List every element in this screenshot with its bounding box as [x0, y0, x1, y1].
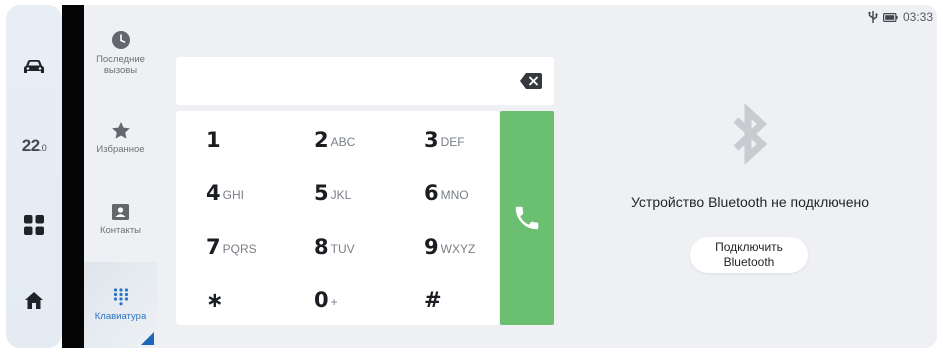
clock: 03:33	[902, 10, 933, 24]
key-2[interactable]: 2 ABC	[314, 114, 422, 166]
status-bar: 03:33	[868, 10, 933, 24]
home-icon	[25, 291, 43, 309]
star-icon	[111, 122, 130, 139]
home-button[interactable]	[6, 280, 62, 320]
call-button[interactable]	[500, 111, 554, 325]
key-star[interactable]: ∗	[206, 274, 314, 326]
left-rail: 22.0	[6, 5, 62, 348]
backspace-icon[interactable]	[520, 73, 542, 89]
nav-contacts-label: Контакты	[99, 225, 142, 236]
nav-keypad-label: Клавиатура	[94, 311, 147, 322]
connect-bluetooth-button[interactable]: Подключить Bluetooth	[690, 237, 808, 273]
nav-contacts[interactable]: Контакты	[84, 204, 157, 244]
connect-bluetooth-line2: Bluetooth	[723, 255, 775, 269]
battery-icon	[882, 12, 898, 22]
usb-icon	[868, 11, 878, 23]
key-8[interactable]: 8 TUV	[314, 221, 422, 273]
grid-icon	[24, 215, 44, 235]
screen: 22.0 03:33 Последние вызовы Избранное Ко…	[0, 0, 943, 354]
nav-recent-label: Последние вызовы	[96, 54, 145, 76]
dial-keypad: 1 2 ABC 3 DEF 4 GHI 5 JKL 6 MNO 7 PQRS 8 TUV 9W…	[176, 111, 499, 325]
nav-recent-calls[interactable]: Последние вызовы	[84, 31, 157, 91]
divider-bar	[62, 5, 84, 348]
connect-bluetooth-line1: Подключить	[715, 240, 783, 254]
key-5[interactable]: 5 JKL	[314, 167, 422, 219]
phone-icon	[515, 206, 539, 230]
nav-favorites-label: Избранное	[96, 144, 145, 155]
bluetooth-icon	[733, 104, 768, 164]
nav-favorites[interactable]: Избранное	[84, 122, 157, 162]
clock-icon	[111, 31, 130, 49]
contact-card-icon	[112, 204, 129, 220]
car-button[interactable]	[6, 47, 62, 87]
key-7[interactable]: 7 PQRS	[206, 221, 314, 273]
temperature-value: 22	[21, 136, 40, 155]
nav-keypad[interactable]: Клавиатура	[84, 262, 157, 348]
dialpad-icon	[113, 288, 128, 306]
key-0[interactable]: 0 +	[314, 274, 422, 326]
car-icon	[24, 60, 44, 73]
key-4[interactable]: 4 GHI	[206, 167, 314, 219]
active-corner-indicator	[141, 332, 154, 345]
key-1[interactable]: 1	[206, 114, 314, 166]
number-input[interactable]	[176, 57, 554, 105]
climate-temperature[interactable]: 22.0	[6, 126, 62, 166]
apps-button[interactable]	[6, 205, 62, 245]
bluetooth-status-message: Устройство Bluetooth не подключено	[630, 194, 870, 210]
temperature-decimal: .0	[39, 143, 47, 153]
